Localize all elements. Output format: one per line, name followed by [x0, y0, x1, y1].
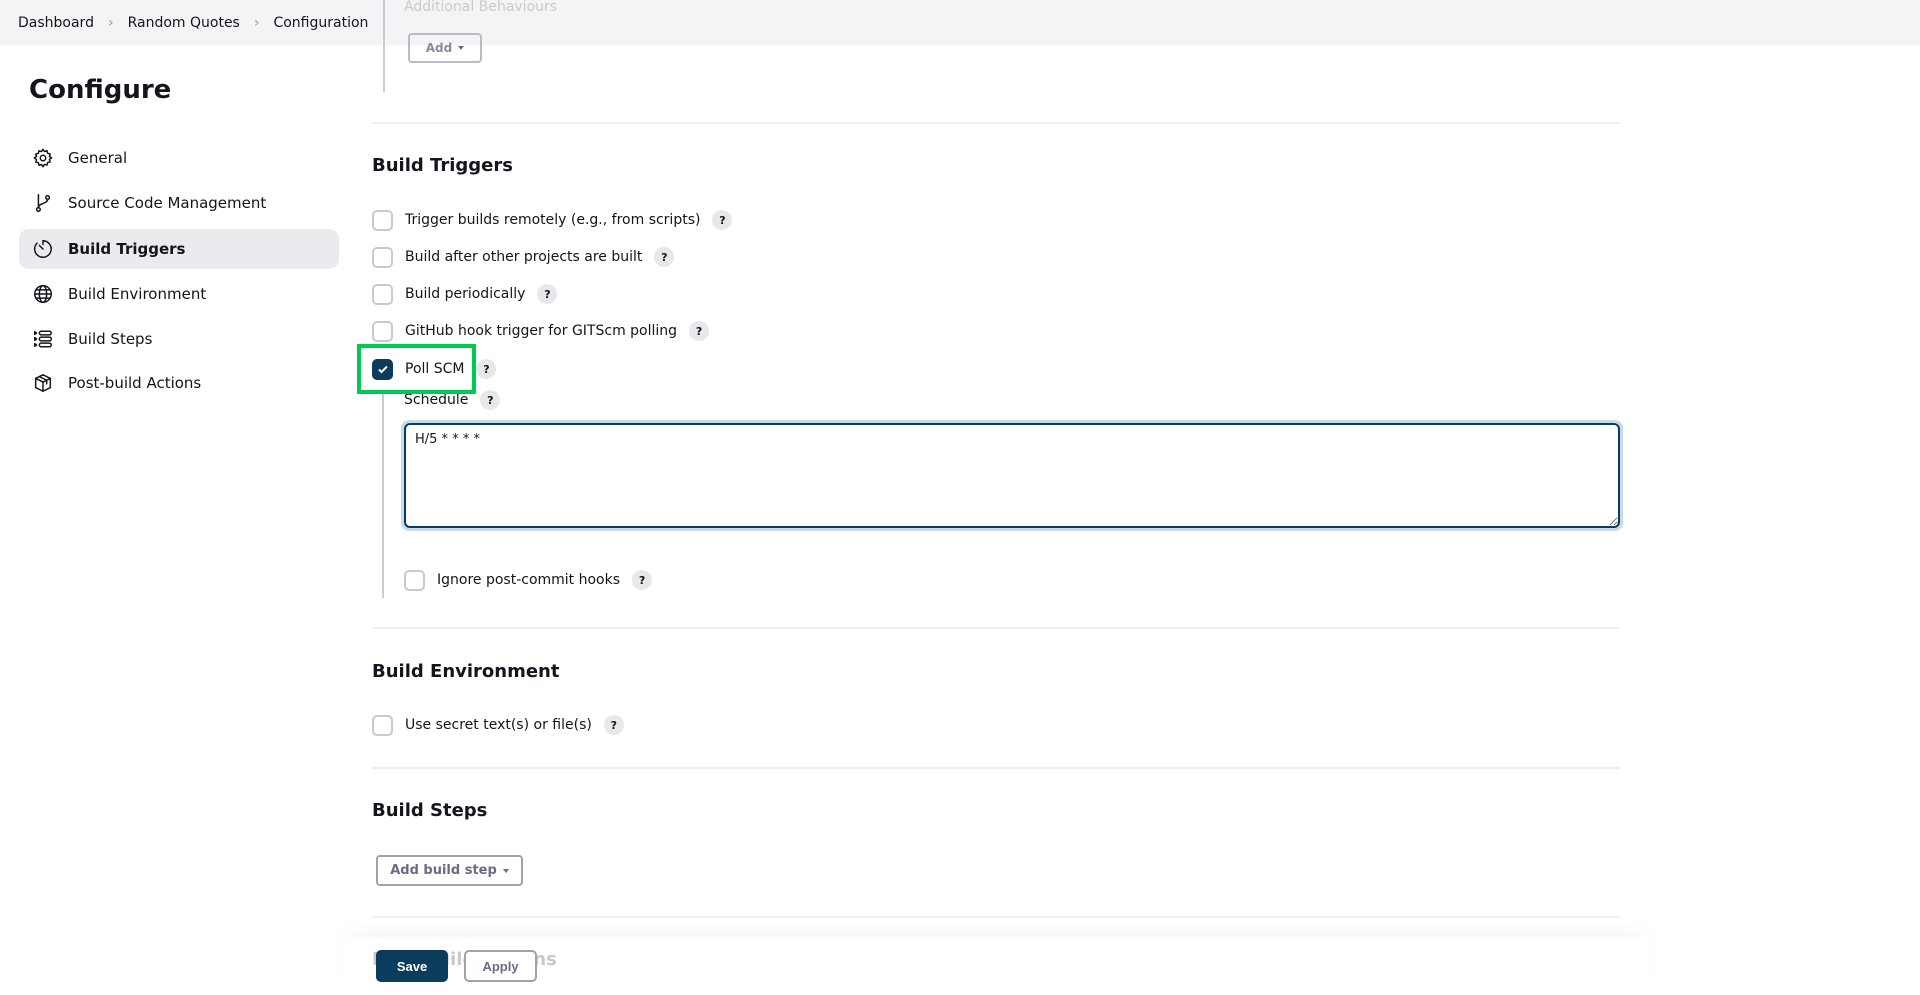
section-divider — [372, 627, 1620, 629]
breadcrumb-separator-icon: › — [253, 14, 260, 31]
package-icon — [32, 372, 54, 394]
sidebar-item-label: Source Code Management — [68, 194, 267, 212]
caret-down-icon — [458, 46, 465, 50]
schedule-label-text: Schedule — [404, 392, 469, 408]
section-divider — [372, 916, 1620, 918]
poll-scm-option: Poll SCM ? — [372, 357, 497, 381]
help-icon[interactable]: ? — [712, 210, 733, 230]
option-label[interactable]: GitHub hook trigger for GITScm polling — [405, 323, 677, 339]
ignore-hooks-checkbox[interactable] — [404, 569, 425, 591]
help-icon[interactable]: ? — [689, 321, 710, 341]
sidebar-item-label: Post-build Actions — [68, 374, 202, 392]
github-hook-option: GitHub hook trigger for GITScm polling ? — [372, 319, 710, 343]
sidebar-item-build-environment[interactable]: Build Environment — [19, 274, 339, 314]
use-secret-checkbox[interactable] — [372, 714, 393, 736]
globe-icon — [32, 283, 54, 305]
breadcrumb: Dashboard › Random Quotes › Configuratio… — [18, 0, 368, 45]
schedule-focus-ring — [401, 420, 1623, 531]
top-bar: Dashboard › Random Quotes › Configuratio… — [0, 0, 1920, 45]
build-after-other-checkbox[interactable] — [372, 246, 393, 268]
page-title: Configure — [29, 75, 172, 105]
add-behaviour-label: Add — [425, 41, 453, 55]
schedule-input[interactable] — [404, 423, 1620, 528]
option-label[interactable]: Build after other projects are built — [405, 249, 642, 265]
checkmark-icon — [377, 365, 388, 374]
nested-section-line — [382, 392, 384, 598]
sidebar-item-label: Build Triggers — [68, 240, 186, 258]
add-behaviour-button[interactable]: Add — [408, 33, 482, 63]
trigger-remote-checkbox[interactable] — [372, 209, 393, 231]
timer-icon — [32, 238, 54, 260]
sidebar-item-source-code-management[interactable]: Source Code Management — [19, 183, 339, 223]
schedule-label: Schedule ? — [404, 390, 501, 410]
build-after-other-option: Build after other projects are built ? — [372, 245, 675, 269]
help-icon[interactable]: ? — [654, 247, 675, 267]
trigger-remote-option: Trigger builds remotely (e.g., from scri… — [372, 208, 733, 232]
add-build-step-label: Add build step — [390, 863, 497, 878]
help-icon[interactable]: ? — [476, 359, 497, 379]
build-steps-heading: Build Steps — [372, 800, 488, 821]
breadcrumb-dashboard[interactable]: Dashboard — [18, 15, 94, 31]
sidebar-item-build-triggers[interactable]: Build Triggers — [19, 229, 339, 269]
option-label[interactable]: Poll SCM — [405, 361, 464, 377]
use-secret-option: Use secret text(s) or file(s) ? — [372, 713, 624, 737]
build-periodically-option: Build periodically ? — [372, 282, 558, 306]
breadcrumb-configuration[interactable]: Configuration — [273, 15, 368, 31]
help-icon[interactable]: ? — [480, 390, 501, 410]
help-icon[interactable]: ? — [632, 570, 653, 590]
poll-scm-checkbox[interactable] — [372, 358, 393, 380]
ignore-hooks-option: Ignore post-commit hooks ? — [404, 568, 653, 592]
build-environment-heading: Build Environment — [372, 661, 560, 682]
option-label[interactable]: Build periodically — [405, 286, 525, 302]
caret-down-icon — [502, 868, 509, 873]
sidebar-item-build-steps[interactable]: Build Steps — [19, 319, 339, 359]
git-branch-icon — [32, 192, 54, 214]
build-periodically-checkbox[interactable] — [372, 283, 393, 305]
sidebar-item-general[interactable]: General — [19, 138, 339, 178]
github-hook-checkbox[interactable] — [372, 320, 393, 342]
sidebar-item-label: Build Steps — [68, 330, 153, 348]
sidebar-item-post-build-actions[interactable]: Post-build Actions — [19, 363, 339, 403]
option-label[interactable]: Trigger builds remotely (e.g., from scri… — [405, 212, 700, 228]
section-divider — [372, 122, 1620, 124]
sidebar-item-label: General — [68, 149, 128, 167]
option-label[interactable]: Ignore post-commit hooks — [437, 572, 620, 588]
gear-icon — [32, 147, 54, 169]
save-button[interactable]: Save — [376, 950, 448, 982]
help-icon[interactable]: ? — [537, 284, 558, 304]
breadcrumb-random-quotes[interactable]: Random Quotes — [128, 15, 240, 31]
steps-list-icon — [32, 328, 54, 350]
breadcrumb-separator-icon: › — [107, 14, 114, 31]
option-label[interactable]: Use secret text(s) or file(s) — [405, 717, 592, 733]
add-build-step-button[interactable]: Add build step — [376, 855, 523, 886]
build-triggers-heading: Build Triggers — [372, 155, 513, 176]
apply-button[interactable]: Apply — [464, 950, 537, 982]
help-icon[interactable]: ? — [603, 715, 624, 735]
sidebar-item-label: Build Environment — [68, 285, 207, 303]
section-divider — [372, 767, 1620, 769]
